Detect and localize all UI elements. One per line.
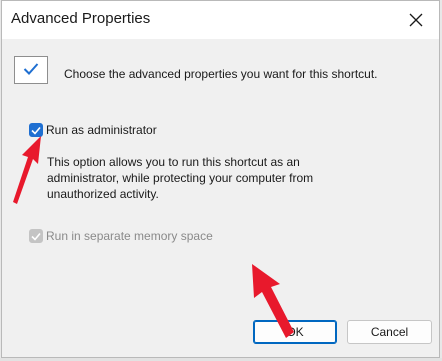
cancel-button[interactable]: Cancel: [347, 320, 432, 344]
ok-button[interactable]: OK: [253, 320, 337, 344]
dialog-title: Advanced Properties: [11, 10, 151, 27]
separate-memory-checkbox: [29, 229, 43, 243]
run-as-administrator-label[interactable]: Run as administrator: [46, 123, 157, 137]
intro-text: Choose the advanced properties you want …: [64, 67, 378, 81]
close-icon: [409, 13, 423, 27]
checkmark-icon: [23, 63, 39, 75]
header-icon: [14, 56, 48, 84]
run-as-administrator-checkbox[interactable]: [29, 123, 43, 137]
checkmark-icon: [31, 232, 41, 241]
run-as-administrator-description: This option allows you to run this short…: [47, 155, 314, 201]
title-bar: Advanced Properties: [2, 1, 439, 39]
dialog-content: Choose the advanced properties you want …: [2, 39, 439, 357]
close-button[interactable]: [393, 1, 439, 39]
separate-memory-label: Run in separate memory space: [46, 229, 213, 243]
advanced-properties-dialog: Advanced Properties Choose the advanced …: [1, 0, 440, 358]
checkmark-icon: [31, 126, 41, 135]
